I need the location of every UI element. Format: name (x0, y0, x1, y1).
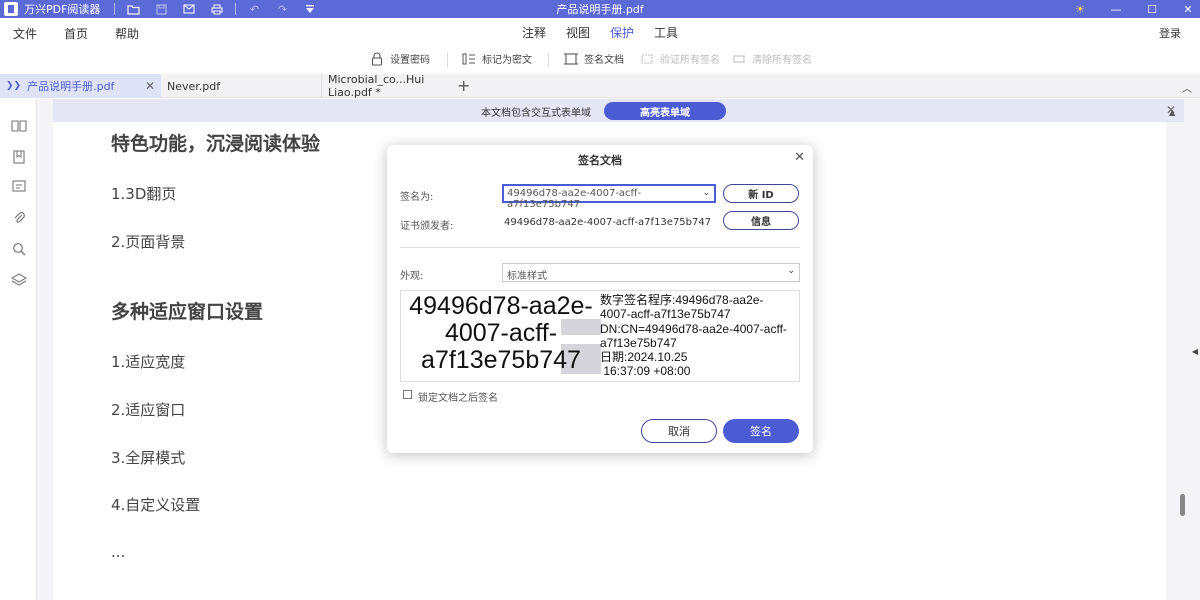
clear-signatures-button[interactable]: 清除所有签名 (732, 51, 812, 66)
verify-icon (640, 52, 654, 66)
chevron-up-icon[interactable]: ︿ (1182, 80, 1192, 95)
close-dialog-icon[interactable]: ✕ (794, 150, 805, 165)
redo-icon[interactable]: ↷ (273, 2, 291, 16)
redact-icon (462, 52, 476, 66)
verify-signatures-button[interactable]: 验证所有签名 (640, 51, 720, 66)
tab-comment[interactable]: 注释 (522, 24, 546, 47)
window-controls: ☀ — ☐ ✕ (1056, 0, 1200, 18)
expand-right-panel-icon[interactable]: ◀ (1192, 347, 1198, 356)
dialog-title: 签名文档 (578, 154, 622, 167)
tab-document-3[interactable]: Microbial_co...Hui Liao.pdf * (321, 73, 456, 99)
dropdown-icon[interactable] (301, 2, 319, 16)
lock-after-sign-label: 锁定文档之后签名 (418, 393, 498, 404)
layers-icon[interactable] (10, 271, 28, 289)
protect-toolbar: 设置密码 标记为密文 签名文档 验证所有签名 清除所有签名 (0, 45, 1200, 74)
sign-button[interactable]: 签名 (723, 419, 799, 443)
new-id-button[interactable]: 新 ID (723, 184, 799, 203)
paragraph: 4.自定义设置 (111, 496, 201, 514)
set-password-button[interactable]: 设置密码 (370, 51, 430, 66)
scrollbar-thumb[interactable] (1180, 494, 1185, 516)
theme-icon[interactable]: ☀ (1068, 0, 1092, 18)
minimize-button[interactable]: — (1104, 0, 1128, 18)
signature-name: 49496d78-aa2e- 4007-acff- a7f13e75b747 (409, 292, 593, 374)
app-logo-icon (4, 2, 18, 16)
tab-protect[interactable]: 保护 (610, 24, 635, 47)
paragraph: 3.全屏模式 (111, 449, 186, 467)
signature-details: 数字签名程序:49496d78-aa2e- 4007-acff-a7f13e75… (600, 293, 787, 379)
new-tab-icon[interactable]: + (457, 76, 470, 95)
close-window-button[interactable]: ✕ (1176, 0, 1200, 18)
appearance-label: 外观: (400, 271, 424, 282)
sign-document-button[interactable]: 签名文档 (564, 51, 624, 66)
heading-features: 特色功能，沉浸阅读体验 (111, 133, 321, 155)
signature-preview: 49496d78-aa2e- 4007-acff- a7f13e75b747 数… (400, 290, 800, 382)
bookmark-icon[interactable] (10, 148, 28, 166)
maximize-button[interactable]: ☐ (1140, 0, 1164, 18)
paragraph: 1.适应宽度 (111, 353, 186, 371)
issuer-label: 证书颁发者: (400, 221, 454, 232)
paragraph: 1.3D翻页 (111, 185, 177, 203)
tab-view[interactable]: 视图 (566, 24, 590, 47)
lock-icon (370, 52, 384, 66)
tab-tools[interactable]: 工具 (654, 24, 678, 47)
issuer-value: 49496d78-aa2e-4007-acff-a7f13e75b747 (504, 217, 712, 228)
close-tab-icon[interactable]: ✕ (145, 79, 155, 93)
menu-help[interactable]: 帮助 (115, 25, 139, 42)
sign-as-label: 签名为: (400, 192, 434, 203)
scroll-up-icon[interactable]: ▲ (1169, 108, 1175, 117)
highlight-fields-button[interactable]: 高亮表单域 (604, 102, 726, 120)
info-button[interactable]: 信息 (723, 211, 799, 230)
cancel-button[interactable]: 取消 (641, 419, 717, 443)
folder-icon[interactable] (124, 2, 142, 16)
left-sidebar (0, 99, 37, 600)
login-link[interactable]: 登录 (1159, 25, 1181, 41)
paragraph: 2.页面背景 (111, 233, 186, 251)
title-bar: 万兴PDF阅读器 ↶ ↷ 产品说明手册.pdf ☀ — ☐ ✕ (0, 0, 1200, 18)
mark-redact-button[interactable]: 标记为密文 (462, 51, 532, 66)
menu-file[interactable]: 文件 (13, 25, 37, 42)
mail-icon[interactable] (180, 2, 198, 16)
menu-home[interactable]: 首页 (64, 25, 88, 42)
heading-window-settings: 多种适应窗口设置 (111, 301, 264, 323)
paragraph: 2.适应窗口 (111, 401, 186, 419)
comment-icon[interactable] (10, 178, 28, 196)
attachment-icon[interactable] (10, 209, 28, 227)
search-icon[interactable] (10, 240, 28, 258)
appearance-select[interactable]: 标准样式 ⌄ (502, 263, 800, 282)
sign-document-dialog: 签名文档 ✕ 签名为: 49496d78-aa2e-4007-acff-a7f1… (387, 145, 813, 453)
chevron-down-icon: ⌄ (702, 188, 710, 198)
undo-icon[interactable]: ↶ (245, 2, 263, 16)
menu-bar: 文件 首页 帮助 注释 视图 保护 工具 登录 (0, 18, 1200, 47)
app-name: 万兴PDF阅读器 (24, 3, 101, 16)
double-chevron-icon[interactable]: ❯❯ (6, 81, 21, 91)
clear-icon (732, 52, 746, 66)
print-icon[interactable] (208, 2, 226, 16)
lock-after-sign-checkbox[interactable] (403, 390, 412, 399)
form-fields-banner: 本文档包含交互式表单域 高亮表单域 ✕ (53, 99, 1184, 122)
tab-document-2[interactable]: Never.pdf (161, 74, 321, 98)
paragraph: ... (111, 543, 126, 561)
sign-as-select[interactable]: 49496d78-aa2e-4007-acff-a7f13e75b747 ⌄ (502, 184, 716, 210)
document-tabs: ❯❯ 产品说明手册.pdf ✕ Never.pdf Microbial_co..… (0, 73, 1200, 99)
thumbnail-icon[interactable] (10, 117, 28, 135)
chevron-down-icon: ⌄ (787, 266, 795, 276)
tab-document-1[interactable]: ❯❯ 产品说明手册.pdf ✕ (0, 74, 161, 98)
banner-message: 本文档包含交互式表单域 (481, 108, 591, 119)
save-icon[interactable] (152, 2, 170, 16)
signature-icon (564, 52, 578, 66)
quick-access-toolbar: ↶ ↷ (110, 2, 324, 16)
